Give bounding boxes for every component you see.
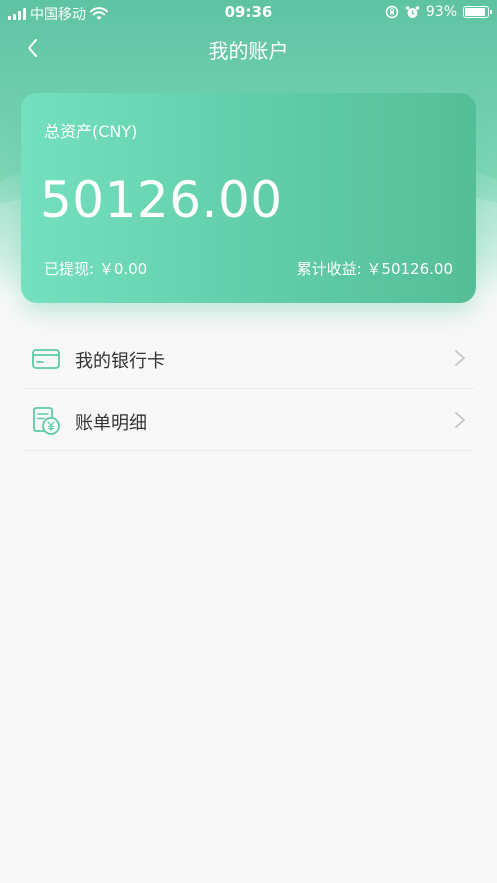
nav-bar: 我的账户 (0, 26, 497, 70)
alarm-icon (405, 5, 420, 18)
battery-fill (465, 8, 486, 16)
menu-item-bill-details[interactable]: 账单明细 (22, 389, 475, 451)
menu-item-label: 我的银行卡 (75, 351, 165, 372)
status-right: 93% (385, 4, 492, 20)
total-assets-amount: 50126.00 (40, 171, 283, 229)
battery-percent: 93% (425, 4, 457, 20)
battery-icon (463, 6, 492, 18)
rotation-lock-icon (385, 5, 399, 19)
cumulative-earnings: 累计收益: ￥50126.00 (296, 260, 453, 278)
bank-card-icon (32, 349, 60, 369)
bill-detail-icon (33, 407, 60, 435)
menu-item-label: 账单明细 (75, 413, 147, 434)
chevron-right-icon (455, 412, 465, 428)
total-assets-label: 总资产(CNY) (44, 122, 138, 141)
menu-list: 我的银行卡 账单明细 (0, 327, 497, 451)
page-title: 我的账户 (208, 39, 289, 63)
withdrawn-amount: 已提现: ￥0.00 (44, 260, 148, 278)
menu-item-bank-cards[interactable]: 我的银行卡 (22, 327, 475, 389)
status-bar: 中国移动 09:36 93% (0, 0, 497, 26)
account-card: 总资产(CNY) 50126.00 已提现: ￥0.00 累计收益: ￥5012… (21, 93, 476, 303)
chevron-right-icon (455, 350, 465, 366)
